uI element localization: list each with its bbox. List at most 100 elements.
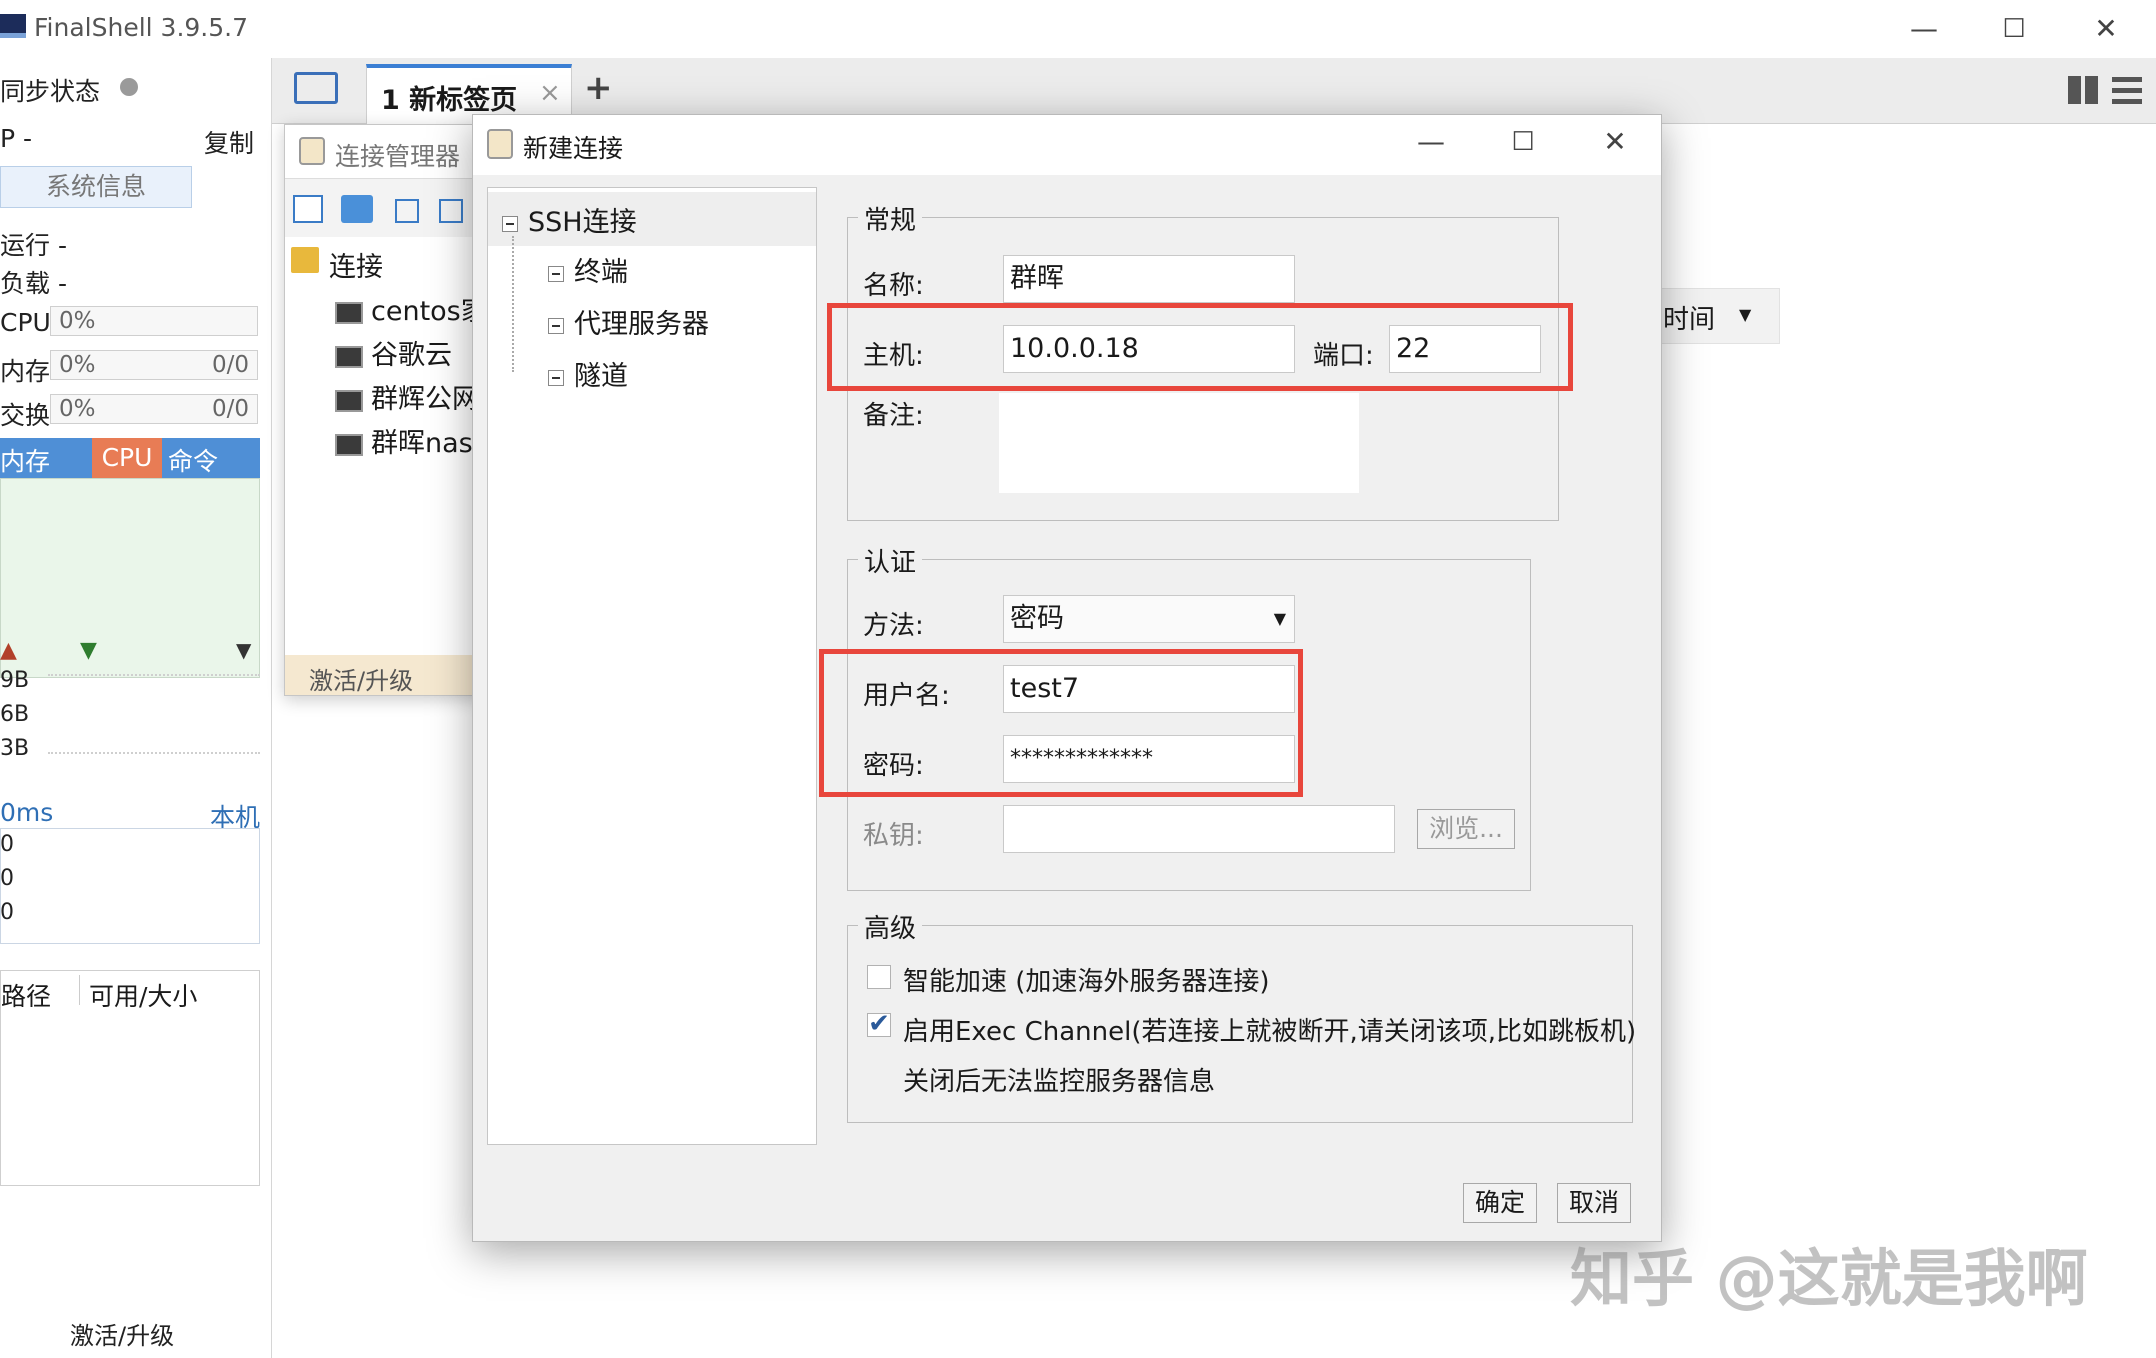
app-icon	[0, 14, 26, 38]
load-label: 负载 -	[0, 269, 67, 298]
dialog-titlebar: 新建连接 — ☐ ✕	[473, 115, 1661, 175]
swap-value: 0%	[59, 396, 96, 422]
time-dropdown[interactable]: 时间 ▼	[1650, 288, 1780, 344]
tree-connection-item[interactable]: 群辉公网	[335, 377, 479, 416]
tree-terminal-label: 终端	[574, 257, 628, 288]
note-field[interactable]	[999, 393, 1359, 493]
dialog-maximize-icon[interactable]: ☐	[1503, 125, 1543, 159]
method-label: 方法:	[863, 611, 924, 641]
connection-manager-window: 连接管理器 连接 centos家 谷歌云 群辉公网 群晖nas 激活/升级	[284, 124, 488, 696]
tree-connection-item[interactable]: 谷歌云	[335, 333, 452, 372]
method-select[interactable]: 密码 ▼	[1003, 595, 1295, 643]
cpu-value: 0%	[59, 308, 96, 334]
collapse-icon	[548, 265, 564, 282]
monitor-graph	[0, 478, 260, 678]
swap-bar: 0% 0/0	[50, 394, 258, 424]
mem-value: 0%	[59, 352, 96, 378]
minimize-icon[interactable]: —	[1904, 12, 1944, 46]
ping-graph	[0, 828, 260, 944]
sidebar: 同步状态 P - 复制 系统信息 运行 - 负载 - CPU 0% 内存 0% 0…	[0, 58, 272, 1358]
app-title: FinalShell 3.9.5.7	[34, 13, 249, 42]
dialog-title: 新建连接	[523, 134, 624, 163]
name-label: 名称:	[863, 271, 924, 301]
smart-accel-checkbox[interactable]	[867, 965, 891, 989]
tree-connection-item[interactable]: 群晖nas	[335, 421, 473, 460]
advanced-title: 高级	[858, 908, 923, 945]
exec-channel-checkbox[interactable]: ✔	[867, 1011, 891, 1037]
tree-connection-item[interactable]: centos家	[335, 289, 488, 328]
disk-header-size[interactable]: 可用/大小	[89, 977, 197, 1013]
time-dropdown-label: 时间	[1663, 305, 1716, 335]
mem-ratio: 0/0	[211, 352, 249, 378]
name-field[interactable]: 群晖	[1003, 255, 1295, 303]
private-key-label: 私钥:	[863, 821, 924, 851]
tree-line	[512, 236, 514, 372]
tree-ssh-label: SSH连接	[528, 207, 637, 238]
tab-new-label: 1 新标签页	[381, 85, 518, 116]
sync-status-dot	[120, 78, 138, 96]
ok-button[interactable]: 确定	[1463, 1183, 1537, 1223]
ip-label: P -	[0, 124, 33, 153]
exec-channel-note: 关闭后无法监控服务器信息	[903, 1067, 1216, 1097]
connection-name: 群晖nas	[371, 428, 473, 459]
tree-proxy-label: 代理服务器	[574, 309, 709, 340]
net-value: 3B	[0, 736, 30, 761]
tree-tunnel[interactable]: 隧道	[548, 354, 628, 393]
net-value: 9B	[0, 668, 30, 693]
new-folder-icon[interactable]	[341, 195, 373, 223]
folder-open-icon[interactable]	[294, 72, 338, 104]
dialog-minimize-icon[interactable]: —	[1411, 125, 1451, 159]
cpu-bar: 0%	[50, 306, 258, 336]
exec-channel-label: 启用Exec Channel(若连接上就被断开,请关闭该项,比如跳板机)	[903, 1017, 1637, 1047]
dialog-close-icon[interactable]: ✕	[1595, 125, 1635, 159]
tab-cpu[interactable]: CPU	[92, 438, 162, 478]
swap-ratio: 0/0	[211, 396, 249, 422]
activate-link[interactable]: 激活/升级	[70, 1316, 174, 1351]
disk-header-path[interactable]: 路径	[1, 977, 51, 1013]
tree-proxy[interactable]: 代理服务器	[548, 302, 709, 341]
collapse-icon	[548, 369, 564, 386]
private-key-field[interactable]	[1003, 805, 1395, 853]
tab-close-icon[interactable]: ×	[539, 78, 561, 108]
cancel-button[interactable]: 取消	[1557, 1183, 1631, 1223]
run-label: 运行 -	[0, 231, 67, 260]
chevron-down-icon[interactable]: ▼	[236, 638, 251, 662]
method-value: 密码	[1010, 603, 1064, 634]
mem-bar: 0% 0/0	[50, 350, 258, 380]
maximize-icon[interactable]: ☐	[1994, 12, 2034, 46]
tab-command[interactable]: 命令	[168, 442, 218, 478]
tree-tunnel-label: 隧道	[574, 361, 628, 392]
java-icon	[299, 137, 325, 165]
tree-root-label[interactable]: 连接	[329, 245, 383, 284]
add-tab-icon[interactable]: +	[584, 68, 613, 108]
mem-label: 内存	[0, 357, 51, 386]
net-graph	[48, 674, 260, 754]
expand-all-icon[interactable]	[439, 199, 463, 223]
tab-mem[interactable]: 内存	[0, 442, 50, 478]
sysinfo-button[interactable]: 系统信息	[0, 166, 192, 208]
terminal-icon	[335, 433, 363, 456]
collapse-all-icon[interactable]	[395, 199, 419, 223]
auth-title: 认证	[858, 542, 923, 579]
tree-terminal[interactable]: 终端	[548, 250, 628, 289]
dropdown-arrow-icon: ▼	[1739, 305, 1752, 324]
download-arrow-icon: ▼	[80, 638, 97, 663]
connmgr-footer: 激活/升级	[285, 655, 483, 695]
terminal-icon	[335, 345, 363, 368]
close-icon[interactable]: ✕	[2086, 12, 2126, 46]
tree-ssh-connection[interactable]: SSH连接	[502, 200, 637, 239]
new-connection-icon[interactable]	[293, 195, 323, 223]
new-connection-dialog: 新建连接 — ☐ ✕ SSH连接 终端 代理服务器 隧道 常规 名称: 群晖 主…	[472, 114, 1662, 1242]
collapse-icon	[548, 317, 564, 334]
grid-view-icon[interactable]	[2068, 76, 2098, 104]
java-icon	[487, 129, 513, 159]
browse-button[interactable]: 浏览...	[1417, 809, 1515, 849]
general-title: 常规	[858, 200, 923, 237]
connmgr-activate-link[interactable]: 激活/升级	[309, 661, 413, 696]
monitor-tabs: 内存 CPU 命令	[0, 438, 260, 478]
list-view-icon[interactable]	[2112, 76, 2142, 104]
copy-link[interactable]: 复制	[204, 124, 254, 160]
connmgr-title: 连接管理器	[335, 142, 461, 171]
highlight-host-port	[827, 303, 1573, 391]
column-divider	[79, 975, 80, 1005]
